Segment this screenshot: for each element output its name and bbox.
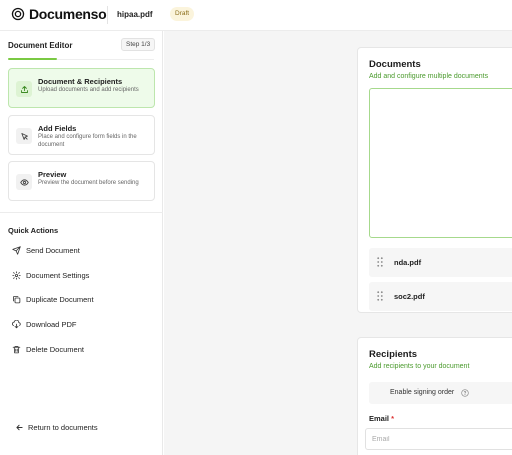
gear-icon [12,271,21,280]
action-label: Delete Document [26,345,84,354]
sidebar-divider [0,212,163,213]
return-to-documents-link[interactable]: Return to documents [15,423,98,432]
documents-subtitle: Add and configure multiple documents [369,73,489,80]
recipients-panel: Recipients Add recipients to your docume… [357,337,512,455]
recipients-title: Recipients [369,349,418,360]
file-row[interactable]: nda.pdf [369,248,512,277]
step-title: Preview [38,170,67,179]
drag-handle-icon[interactable] [377,291,383,301]
email-input[interactable] [365,428,512,450]
drag-handle-icon[interactable] [377,257,383,267]
app-logo[interactable]: Documenso [11,6,107,22]
step-description: Upload documents and add recipients [38,87,139,93]
document-file-name: hipaa.pdf [117,10,153,19]
help-icon[interactable] [461,389,469,397]
send-icon [12,246,21,255]
sidebar: Document Editor Step 1/3 Document & Reci… [0,31,163,455]
documenso-logo-icon [11,7,25,21]
step-progress-bar [8,58,57,60]
document-dropzone[interactable] [369,88,512,238]
email-label: Email * [369,414,394,423]
step-preview[interactable]: Preview Preview the document before send… [8,161,155,201]
app-name: Documenso [29,6,107,22]
file-row[interactable]: soc2.pdf [369,282,512,311]
download-icon [12,320,21,329]
required-mark: * [391,414,395,423]
signing-order-row: Enable signing order [369,382,512,404]
email-label-text: Email [369,414,390,423]
step-title: Document & Recipients [38,77,123,86]
header-divider [107,6,108,24]
quick-actions-title: Quick Actions [8,226,59,235]
documents-title: Documents [369,59,421,70]
action-label: Send Document [26,246,80,255]
status-badge: Draft [170,7,195,21]
step-progress-track [57,59,154,60]
trash-icon [12,346,21,354]
app-header: Documenso hipaa.pdf Draft [0,0,512,31]
action-label: Download PDF [26,320,77,329]
step-indicator: Step 1/3 [121,38,156,51]
document-settings-action[interactable]: Document Settings [12,271,89,280]
file-name: nda.pdf [394,258,422,267]
step-description: Place and configure form fields in the d… [38,134,137,148]
eye-icon [16,174,32,190]
return-label: Return to documents [28,423,98,432]
file-name: soc2.pdf [394,292,425,301]
documents-panel: Documents Add and configure multiple doc… [357,47,512,313]
duplicate-document-action[interactable]: Duplicate Document [12,295,94,304]
upload-icon [16,81,32,97]
recipients-subtitle: Add recipients to your document [369,363,470,370]
pointer-icon [16,128,32,144]
step-title: Add Fields [38,124,77,133]
signing-order-label: Enable signing order [390,389,455,396]
duplicate-icon [13,296,21,304]
action-label: Document Settings [26,271,90,280]
step-add-fields[interactable]: Add Fields Place and configure form fiel… [8,115,155,155]
action-label: Duplicate Document [26,295,94,304]
send-document-action[interactable]: Send Document [12,246,80,255]
step-description: Preview the document before sending [38,180,139,186]
sidebar-title: Document Editor [8,41,73,50]
download-pdf-action[interactable]: Download PDF [12,320,76,329]
main-content: Documents Add and configure multiple doc… [164,31,512,455]
arrow-left-icon [16,424,23,431]
step-document-recipients[interactable]: Document & Recipients Upload documents a… [8,68,155,108]
delete-document-action[interactable]: Delete Document [12,345,84,354]
